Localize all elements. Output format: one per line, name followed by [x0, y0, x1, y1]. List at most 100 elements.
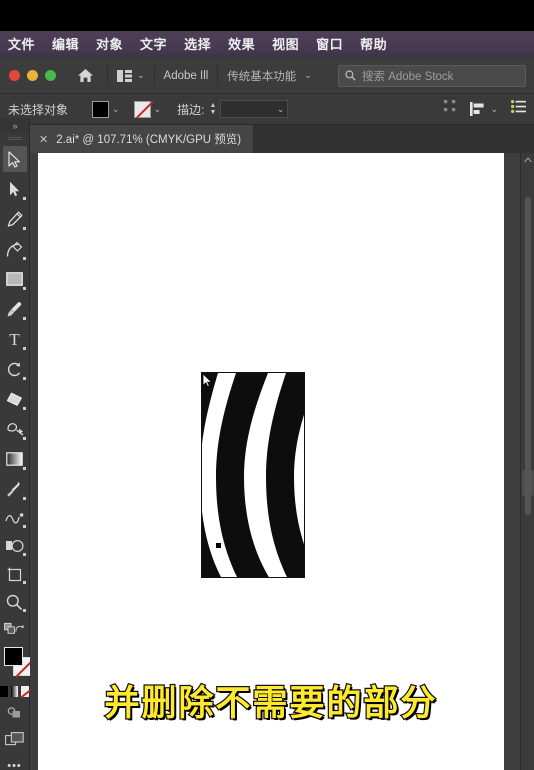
pen-tool[interactable]: [0, 204, 29, 234]
transform-grid-icon[interactable]: [444, 100, 457, 118]
minimize-window-button[interactable]: [27, 70, 38, 81]
color-swatch-icon[interactable]: [0, 685, 8, 697]
collapsed-panel-tab[interactable]: [522, 470, 534, 496]
gradient-swatch-icon[interactable]: [10, 685, 19, 697]
align-icon[interactable]: ⌄: [470, 102, 498, 116]
canvas-area[interactable]: ter 并删除不需要的部分: [30, 153, 534, 770]
tool-group-indicator: [23, 347, 26, 350]
illustrator-window: 文件 编辑 对象 文字 选择 效果 视图 窗口 帮助 ⌄ Adobe Ill 传…: [0, 0, 534, 770]
menu-type[interactable]: 文字: [140, 38, 167, 51]
gradient-tool[interactable]: [0, 444, 29, 474]
document-tab[interactable]: ✕ 2.ai* @ 107.71% (CMYK/GPU 预览): [30, 125, 255, 153]
home-icon[interactable]: [72, 63, 98, 89]
curvature-tool[interactable]: [0, 234, 29, 264]
anchor-point-indicator: [216, 543, 221, 548]
stroke-swatch-group[interactable]: ⌄: [133, 100, 162, 118]
menu-select[interactable]: 选择: [184, 38, 211, 51]
chevron-down-icon[interactable]: ⌄: [154, 104, 162, 115]
blend-tool[interactable]: [0, 504, 29, 532]
divider: [107, 65, 108, 86]
tool-group-indicator: [23, 287, 26, 290]
close-icon[interactable]: ✕: [39, 133, 48, 146]
arrow-cursor: [202, 373, 213, 388]
chevron-down-icon[interactable]: ⌄: [304, 70, 312, 81]
video-caption: 并删除不需要的部分: [103, 683, 438, 726]
rectangle-tool[interactable]: [0, 264, 29, 294]
close-window-button[interactable]: [9, 70, 20, 81]
chevron-down-icon[interactable]: ⌄: [112, 104, 120, 115]
stroke-weight-field[interactable]: ⌄: [220, 100, 289, 118]
divider: [217, 65, 219, 86]
chevron-down-icon[interactable]: ⌄: [490, 104, 498, 115]
menu-help[interactable]: 帮助: [360, 38, 387, 51]
artboard-tool[interactable]: [0, 560, 29, 588]
draw-normal-icon: [4, 622, 15, 634]
workspace-switcher[interactable]: 传统基本功能: [227, 68, 296, 84]
window-controls: [0, 70, 56, 81]
artboard[interactable]: ter 并删除不需要的部分: [38, 153, 504, 770]
menu-view[interactable]: 视图: [272, 38, 299, 51]
top-black-strip: [0, 0, 534, 31]
change-screen-mode-icon: [15, 624, 25, 632]
drawing-modes-group[interactable]: [0, 616, 29, 640]
edit-toolbar-button[interactable]: •••: [0, 753, 29, 770]
application-bar: ⌄ Adobe Ill 传统基本功能 ⌄ 搜索 Adobe Stock: [0, 58, 534, 94]
collapse-toolbar-button[interactable]: »: [0, 118, 29, 133]
stroke-weight-stepper[interactable]: ▲ ▼: [209, 102, 216, 116]
none-swatch-icon[interactable]: [21, 685, 30, 697]
zoom-tool[interactable]: [0, 588, 29, 616]
wavy-stripes-artwork[interactable]: ter: [201, 372, 305, 578]
tool-group-indicator: [23, 317, 26, 320]
draw-mode-button[interactable]: [0, 699, 29, 725]
fill-color-swatch[interactable]: [4, 647, 23, 666]
stroke-swatch[interactable]: [133, 100, 151, 118]
selection-status-label: 未选择对象: [8, 102, 69, 117]
tool-group-indicator: [23, 377, 26, 380]
maximize-window-button[interactable]: [45, 70, 56, 81]
selection-tool[interactable]: [0, 144, 29, 174]
menu-effect[interactable]: 效果: [228, 38, 255, 51]
paintbrush-tool[interactable]: [0, 294, 29, 324]
type-tool[interactable]: T: [0, 324, 29, 354]
vertical-scrollbar[interactable]: [520, 153, 534, 770]
options-list-icon[interactable]: [511, 100, 526, 118]
tools-panel: » T •••: [0, 118, 32, 770]
scale-tool[interactable]: [0, 414, 29, 444]
rotate-tool[interactable]: [0, 354, 29, 384]
screen-mode-button[interactable]: [0, 725, 29, 753]
tool-group-indicator: [23, 197, 26, 200]
eyedropper-tool[interactable]: [0, 474, 29, 504]
shape-builder-tool[interactable]: [0, 532, 29, 560]
toolbar-drag-handle[interactable]: [0, 133, 29, 144]
fill-swatch[interactable]: [92, 100, 110, 118]
eraser-tool[interactable]: [0, 384, 29, 414]
control-bar-right: ⌄: [444, 100, 526, 118]
tool-group-indicator: [23, 257, 26, 260]
document-tab-bar: ✕ 2.ai* @ 107.71% (CMYK/GPU 预览): [30, 125, 534, 153]
document-tab-label: 2.ai* @ 107.71% (CMYK/GPU 预览): [56, 134, 242, 146]
arrange-documents-icon[interactable]: ⌄: [117, 69, 145, 82]
tool-group-indicator: [23, 609, 26, 612]
menu-file[interactable]: 文件: [8, 38, 35, 51]
tool-group-indicator: [23, 407, 26, 410]
tool-group-indicator: [23, 497, 26, 500]
control-bar: 未选择对象 ⌄ ⌄ 描边: ▲ ▼ ⌄ ⌄: [0, 94, 534, 125]
scrollbar-thumb[interactable]: [525, 197, 531, 515]
scroll-up-arrow-icon[interactable]: [521, 153, 534, 167]
tool-group-indicator: [23, 553, 26, 556]
search-input[interactable]: 搜索 Adobe Stock: [338, 64, 526, 87]
fill-swatch-group[interactable]: ⌄: [92, 100, 120, 118]
chevron-down-icon[interactable]: ⌄: [137, 70, 145, 81]
menu-bar: 文件 编辑 对象 文字 选择 效果 视图 窗口 帮助: [0, 31, 534, 58]
divider: [153, 65, 155, 86]
search-icon: [345, 70, 356, 81]
menu-edit[interactable]: 编辑: [52, 38, 79, 51]
fill-stroke-controls[interactable]: [0, 643, 32, 683]
tool-group-indicator: [23, 467, 26, 470]
stroke-weight-label: 描边:: [177, 102, 205, 117]
tool-group-indicator: [23, 437, 26, 440]
menu-object[interactable]: 对象: [96, 38, 123, 51]
chevron-down-icon[interactable]: ⌄: [277, 104, 285, 115]
menu-window[interactable]: 窗口: [316, 38, 343, 51]
direct-selection-tool[interactable]: [0, 174, 29, 204]
